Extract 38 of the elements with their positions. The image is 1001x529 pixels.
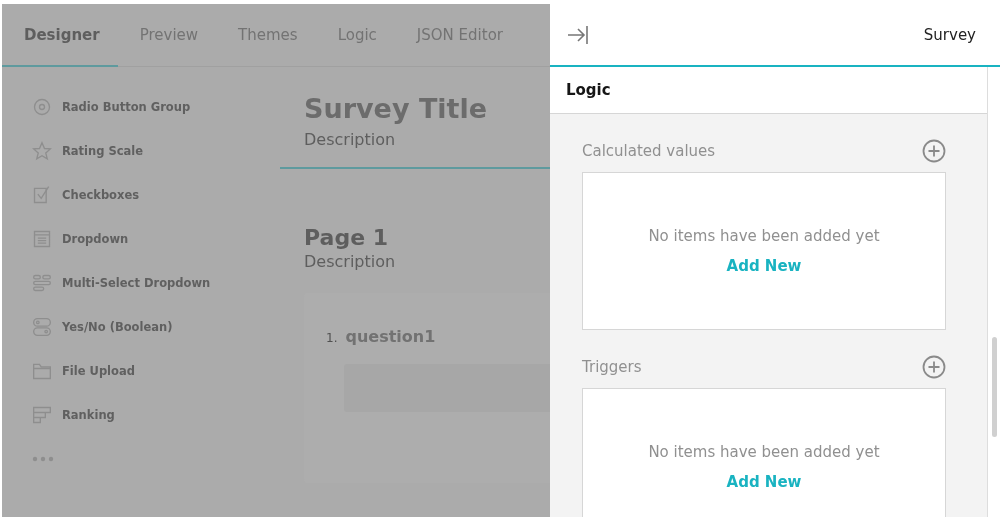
page-title[interactable]: Page 1: [304, 225, 550, 250]
tab[interactable]: Designer: [2, 4, 118, 67]
toolbox-item[interactable]: File Upload: [62, 364, 135, 378]
toolbox-item[interactable]: Multi-Select Dropdown: [62, 276, 211, 290]
survey-description[interactable]: Description: [304, 130, 550, 149]
section-title: Triggers: [582, 358, 642, 376]
empty-message: No items have been added yet: [648, 443, 880, 461]
multiselect-icon: [32, 273, 52, 293]
survey-title[interactable]: Survey Title: [304, 93, 550, 124]
category-header[interactable]: Logic: [550, 67, 987, 114]
dropdown-icon: [32, 229, 52, 249]
answer-field[interactable]: [344, 364, 550, 412]
toolbox-item[interactable]: Radio Button Group: [62, 100, 191, 114]
empty-message: No items have been added yet: [648, 227, 880, 245]
toolbox-item[interactable]: Checkboxes: [62, 188, 140, 202]
star-icon: [32, 141, 52, 161]
add-new-link[interactable]: Add New: [726, 473, 802, 491]
radio-icon: [32, 97, 52, 117]
folder-icon: [32, 361, 52, 381]
panel-title: Survey: [923, 25, 976, 44]
question-number: 1.: [326, 331, 338, 345]
tab[interactable]: Themes: [216, 4, 316, 67]
toolbox-item[interactable]: Rating Scale: [62, 144, 144, 158]
tab[interactable]: JSON Editor: [394, 4, 521, 67]
toolbox-item[interactable]: Dropdown: [62, 232, 129, 246]
tab[interactable]: Preview: [117, 4, 217, 67]
add-icon[interactable]: [922, 355, 946, 379]
add-icon[interactable]: [922, 139, 946, 163]
tab[interactable]: Logic: [315, 4, 395, 67]
page-description[interactable]: Description: [304, 252, 550, 271]
section-title: Calculated values: [582, 142, 716, 160]
checkbox-icon: [32, 185, 52, 205]
toggle-icon: [32, 317, 52, 337]
add-new-link[interactable]: Add New: [726, 257, 802, 275]
ranking-icon: [32, 405, 52, 425]
toolbox-item[interactable]: Ranking: [62, 408, 115, 422]
toolbox-item[interactable]: Yes/No (Boolean): [62, 320, 173, 334]
question-title[interactable]: question1: [345, 327, 436, 346]
